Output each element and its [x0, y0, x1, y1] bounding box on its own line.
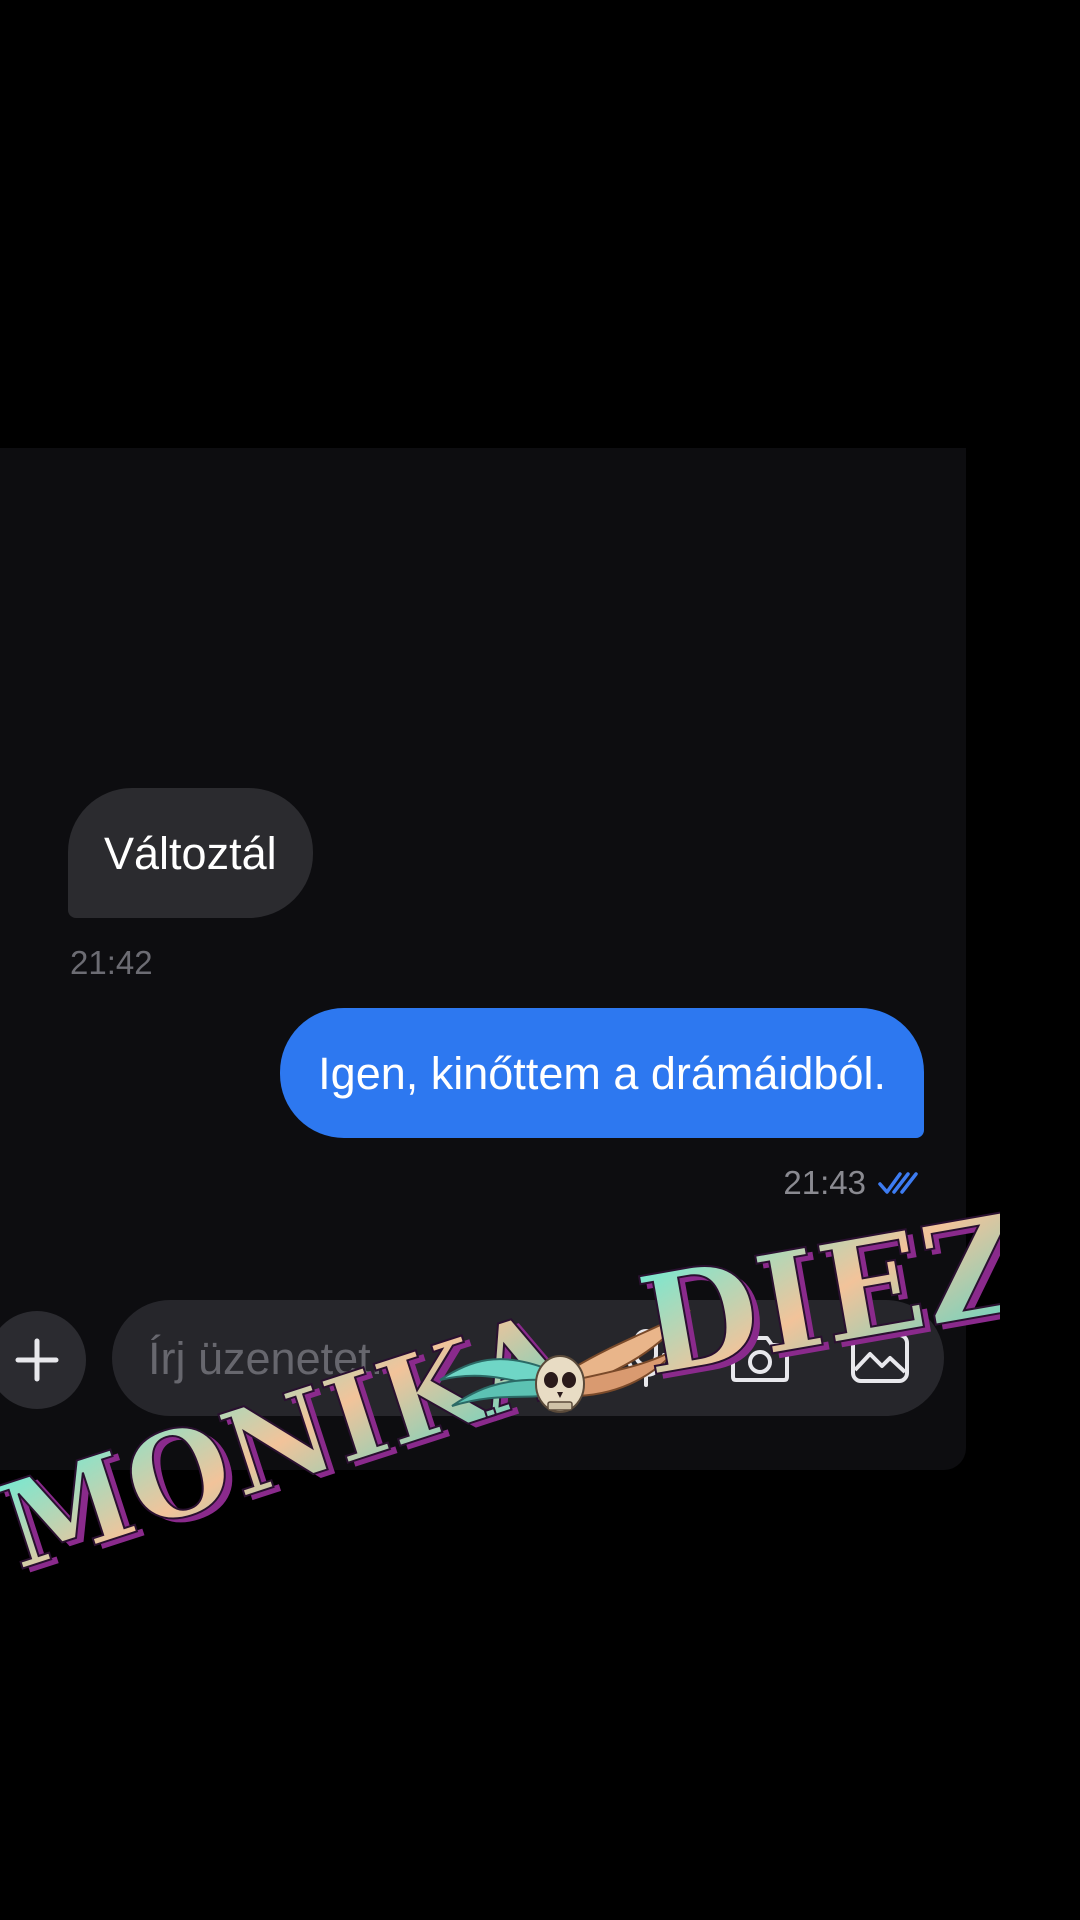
camera-icon	[731, 1336, 789, 1382]
add-attachment-button[interactable]	[0, 1311, 86, 1409]
chat-panel: Változtál 21:42 Igen, kinőttem a drámáid…	[0, 448, 966, 1470]
outgoing-message-meta: 21:43	[783, 1164, 920, 1202]
double-check-icon	[878, 1172, 918, 1194]
message-input[interactable]	[146, 1300, 650, 1418]
outgoing-message-time: 21:43	[783, 1164, 866, 1201]
screen: Változtál 21:42 Igen, kinőttem a drámáid…	[0, 0, 1080, 1920]
incoming-message-text: Változtál	[104, 827, 277, 879]
outgoing-message-bubble[interactable]: Igen, kinőttem a drámáidból.	[280, 1008, 924, 1138]
microphone-icon	[626, 1329, 666, 1387]
plus-icon	[15, 1338, 59, 1382]
outgoing-message-text: Igen, kinőttem a drámáidból.	[318, 1047, 886, 1099]
image-icon	[851, 1333, 909, 1383]
gallery-button[interactable]	[848, 1326, 912, 1390]
message-composer	[112, 1300, 944, 1418]
incoming-message-bubble[interactable]: Változtál	[68, 788, 313, 918]
camera-button[interactable]	[728, 1326, 792, 1390]
incoming-message-time: 21:42	[70, 944, 153, 981]
microphone-button[interactable]	[614, 1326, 678, 1390]
